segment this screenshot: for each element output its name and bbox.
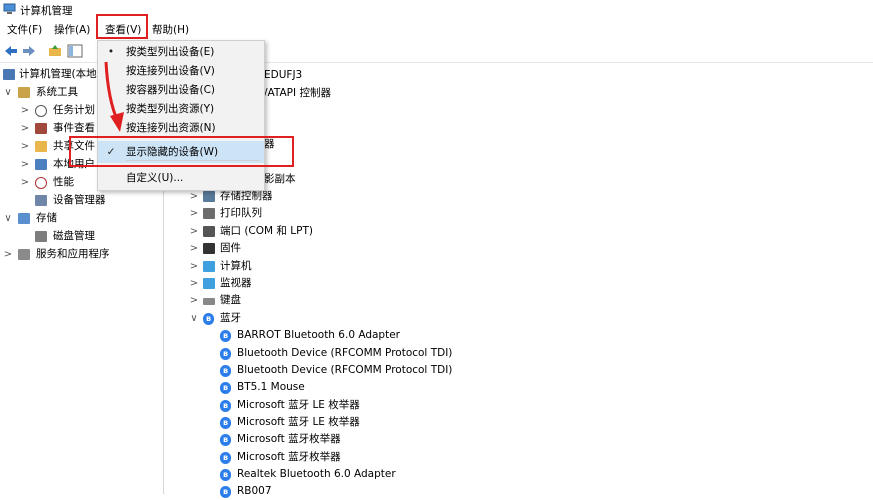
storage-controller-icon bbox=[203, 191, 215, 202]
back-icon[interactable] bbox=[3, 43, 19, 59]
device-category-label: 端口 (COM 和 LPT) bbox=[220, 225, 313, 237]
chevron-right-icon[interactable]: > bbox=[3, 246, 13, 263]
chevron-right-icon[interactable]: > bbox=[20, 156, 30, 173]
printer-icon bbox=[203, 208, 215, 219]
menu-item-customize[interactable]: 自定义(U)... bbox=[98, 169, 264, 187]
bluetooth-icon: ʙ bbox=[220, 348, 231, 360]
tools-icon bbox=[18, 87, 30, 98]
show-hidden-highlight-box bbox=[69, 136, 294, 167]
device-item-ide-controller[interactable]: /ATAPI 控制器 bbox=[264, 85, 331, 102]
bluetooth-icon: ʙ bbox=[220, 330, 231, 342]
monitor-icon bbox=[203, 278, 215, 289]
keyboard-icon bbox=[203, 298, 215, 305]
event-viewer-icon bbox=[35, 123, 47, 134]
disk-icon bbox=[35, 231, 47, 242]
radio-dot-icon: • bbox=[107, 46, 115, 58]
menu-item-label: 按类型列出设备(E) bbox=[126, 46, 215, 58]
annotation-arrow bbox=[100, 60, 130, 135]
device-label: Microsoft 蓝牙枚举器 bbox=[237, 451, 341, 463]
device-item-shadow-copy[interactable]: 影副本 bbox=[264, 171, 296, 188]
tree-item-label: 计算机管理(本地 bbox=[19, 68, 97, 80]
tree-item-label: 磁盘管理 bbox=[53, 230, 95, 242]
device-manager-icon bbox=[35, 195, 47, 206]
menu-action[interactable]: 操作(A) bbox=[52, 22, 92, 38]
menu-item-label: 按类型列出资源(Y) bbox=[126, 103, 215, 115]
device-label: Microsoft 蓝牙枚举器 bbox=[237, 433, 341, 445]
tree-item-label: 事件查看 bbox=[53, 122, 95, 134]
menu-item-label: 按连接列出资源(N) bbox=[126, 122, 216, 134]
chevron-right-icon[interactable]: > bbox=[189, 223, 199, 240]
window-title: 计算机管理 bbox=[20, 5, 73, 17]
device-item-computer-name[interactable]: EDUFJ3 bbox=[264, 67, 302, 84]
chevron-right-icon[interactable]: > bbox=[189, 240, 199, 257]
tree-item-label: 系统工具 bbox=[36, 86, 78, 98]
tree-item-label: 设备管理器 bbox=[53, 194, 106, 206]
bluetooth-icon: ʙ bbox=[220, 434, 231, 446]
chevron-right-icon[interactable]: > bbox=[189, 292, 199, 309]
tree-item-label: 任务计划 bbox=[53, 104, 95, 116]
device-label: BARROT Bluetooth 6.0 Adapter bbox=[237, 329, 400, 341]
chevron-right-icon[interactable]: > bbox=[20, 102, 30, 119]
show-hide-tree-icon[interactable] bbox=[67, 43, 83, 59]
bluetooth-icon: ʙ bbox=[220, 469, 231, 481]
device-category-label: 打印队列 bbox=[220, 207, 262, 219]
menu-item-label: 按连接列出设备(V) bbox=[126, 65, 215, 77]
shared-folder-icon bbox=[35, 141, 47, 152]
computer-management-icon bbox=[3, 69, 15, 80]
device-category-label: 计算机 bbox=[220, 260, 252, 272]
forward-icon[interactable] bbox=[21, 43, 37, 59]
bluetooth-icon: ʙ bbox=[220, 486, 231, 498]
menu-item-label: 按容器列出设备(C) bbox=[126, 84, 216, 96]
device-category-label: 键盘 bbox=[220, 294, 241, 306]
device-tree: EDUFJ3 /ATAPI 控制器 器 影副本 > 存储控制器 > 打印队列 >… bbox=[164, 63, 873, 498]
chevron-right-icon[interactable]: > bbox=[189, 205, 199, 222]
clock-icon bbox=[35, 105, 47, 117]
up-folder-icon[interactable] bbox=[47, 43, 63, 59]
bluetooth-icon: ʙ bbox=[220, 417, 231, 429]
chevron-down-icon[interactable]: ∨ bbox=[3, 210, 13, 227]
bluetooth-icon: ʙ bbox=[220, 452, 231, 464]
computer-management-icon bbox=[3, 3, 17, 15]
device-label: Microsoft 蓝牙 LE 枚举器 bbox=[237, 416, 360, 428]
menu-help[interactable]: 帮助(H) bbox=[150, 22, 191, 38]
menu-file[interactable]: 文件(F) bbox=[5, 22, 44, 38]
port-icon bbox=[203, 226, 215, 237]
chevron-right-icon[interactable]: > bbox=[20, 174, 30, 191]
device-label: Realtek Bluetooth 6.0 Adapter bbox=[237, 468, 396, 480]
device-category-label: 监视器 bbox=[220, 277, 252, 289]
firmware-icon bbox=[203, 243, 215, 254]
tree-item-label: 性能 bbox=[53, 176, 74, 188]
bluetooth-icon: ʙ bbox=[220, 400, 231, 412]
device-label: BT5.1 Mouse bbox=[237, 381, 305, 393]
chevron-down-icon[interactable]: ∨ bbox=[189, 310, 199, 327]
chevron-down-icon[interactable]: ∨ bbox=[3, 84, 13, 101]
chevron-right-icon[interactable]: > bbox=[20, 138, 30, 155]
services-icon bbox=[18, 249, 30, 260]
device-label: Bluetooth Device (RFCOMM Protocol TDI) bbox=[237, 347, 453, 359]
device-label: Microsoft 蓝牙 LE 枚举器 bbox=[237, 399, 360, 411]
menu-item-label: 自定义(U)... bbox=[126, 172, 184, 184]
chevron-right-icon[interactable]: > bbox=[189, 275, 199, 292]
device-category-label: 蓝牙 bbox=[220, 312, 241, 324]
storage-icon bbox=[18, 213, 30, 224]
device-category-label: 固件 bbox=[220, 242, 241, 254]
device-label: RB007 bbox=[237, 485, 272, 497]
chevron-right-icon[interactable]: > bbox=[189, 258, 199, 275]
bluetooth-icon: ʙ bbox=[220, 365, 231, 377]
menu-item-devices-by-type[interactable]: • 按类型列出设备(E) bbox=[98, 43, 264, 61]
computer-icon bbox=[203, 261, 215, 272]
bluetooth-icon: ʙ bbox=[220, 382, 231, 394]
device-label: Bluetooth Device (RFCOMM Protocol TDI) bbox=[237, 364, 453, 376]
performance-icon bbox=[35, 177, 47, 189]
tree-item-label: 存储 bbox=[36, 212, 57, 224]
bluetooth-icon: ʙ bbox=[203, 313, 214, 325]
view-menu-highlight-box bbox=[96, 14, 148, 39]
users-icon bbox=[35, 159, 47, 170]
tree-item-label: 服务和应用程序 bbox=[36, 248, 110, 260]
chevron-right-icon[interactable]: > bbox=[20, 120, 30, 137]
